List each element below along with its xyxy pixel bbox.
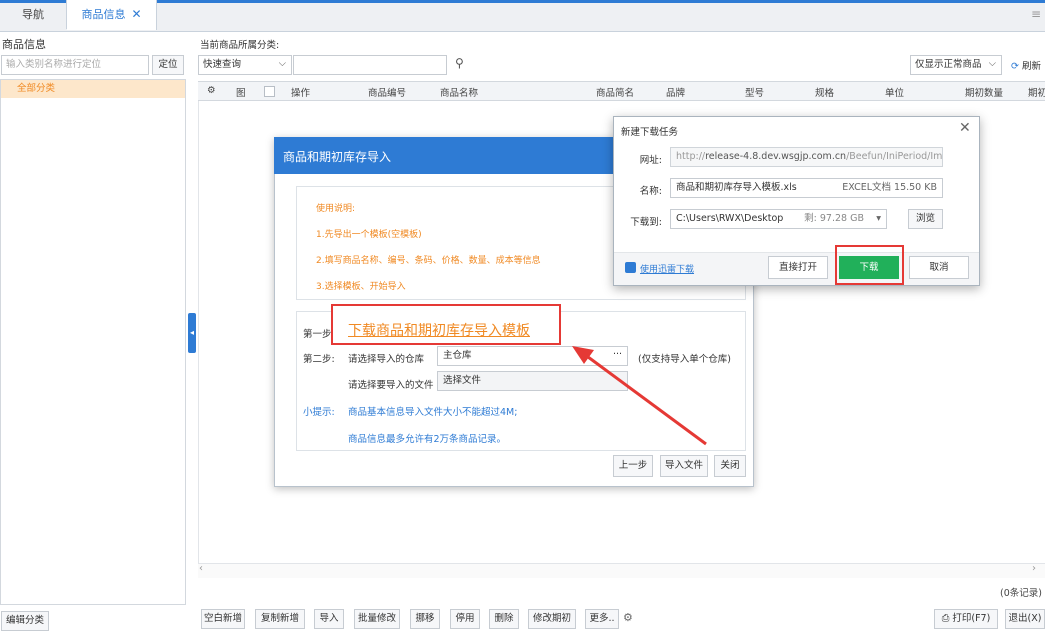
column-name[interactable]: 商品名称 — [440, 85, 478, 99]
open-directly-button[interactable]: 直接打开 — [768, 256, 828, 279]
close-icon[interactable]: ✕ — [959, 120, 971, 136]
browse-button[interactable]: 浏览 — [908, 209, 943, 229]
blank-new-button[interactable]: 空白新增 — [201, 609, 245, 629]
delete-button[interactable]: 删除 — [489, 609, 519, 629]
menu-icon[interactable]: ≡ — [1031, 7, 1041, 21]
tip-label: 小提示: — [303, 407, 335, 418]
step1-label: 第一步: — [303, 329, 335, 340]
copy-new-button[interactable]: 复制新增 — [255, 609, 305, 629]
import-dialog-title: 商品和期初库存导入 — [283, 150, 392, 164]
step2-label: 第二步: — [303, 354, 335, 365]
column-model[interactable]: 型号 — [745, 85, 764, 99]
save-to-label: 下载到: — [630, 217, 662, 228]
url-field: http://release-4.8.dev.wsgjp.com.cn/Beef… — [670, 147, 943, 167]
tip-text: 商品基本信息导入文件大小不能超过4M; — [348, 407, 518, 418]
download-button[interactable]: 下载 — [839, 256, 899, 279]
xunlei-download-link[interactable]: 使用迅雷下载 — [640, 262, 694, 275]
import-file-button[interactable]: 导入文件 — [660, 455, 708, 477]
annotation-arrow — [572, 346, 707, 446]
prev-step-button[interactable]: 上一步 — [613, 455, 653, 477]
close-dialog-button[interactable]: 关闭 — [714, 455, 746, 477]
record-count: (0条记录) — [1000, 588, 1042, 599]
quick-query-input[interactable] — [293, 55, 447, 75]
chevron-down-icon: ⌵ — [988, 58, 996, 69]
download-dialog-title: 新建下载任务 — [621, 127, 679, 138]
column-image: 图 — [236, 88, 246, 99]
edit-init-button[interactable]: 修改期初 — [528, 609, 576, 629]
save-path-select[interactable]: C:\Users\RWX\Desktop 剩: 97.28 GB ▾ — [670, 209, 887, 229]
save-path-value: C:\Users\RWX\Desktop — [676, 213, 784, 224]
url-label: 网址: — [639, 155, 662, 166]
column-alias[interactable]: 商品简名 — [596, 85, 634, 99]
chevron-down-icon: ⌵ — [278, 58, 286, 69]
disable-button[interactable]: 停用 — [450, 609, 480, 629]
normal-goods-value: 仅显示正常商品 — [915, 59, 982, 70]
left-panel-title: 商品信息 — [2, 38, 46, 51]
file-label: 请选择要导入的文件 — [348, 380, 434, 391]
chevron-left-icon[interactable]: ‹ — [199, 563, 203, 574]
select-all-checkbox[interactable] — [264, 86, 275, 97]
file-meta: EXCEL文档 15.50 KB — [842, 182, 937, 193]
print-button[interactable]: ⎙ 打印(F7) — [934, 609, 998, 629]
collapse-handle[interactable]: ◂ — [188, 313, 196, 353]
import-button[interactable]: 导入 — [314, 609, 344, 629]
horizontal-scrollbar[interactable] — [198, 563, 1045, 578]
column-init-qty[interactable]: 期初数量 — [965, 85, 1003, 99]
tab-goods-label: 商品信息 — [81, 8, 126, 21]
chevron-down-icon: ▾ — [876, 213, 881, 224]
category-label: 当前商品所属分类: — [200, 40, 280, 51]
tree-item-all[interactable]: 全部分类 — [1, 80, 185, 98]
cancel-button[interactable]: 取消 — [909, 256, 969, 279]
column-action: 操作 — [291, 88, 311, 99]
column-settings-icon[interactable]: ⚙ — [207, 85, 216, 96]
instruction-line: 3.选择模板、开始导入 — [316, 282, 406, 292]
column-code[interactable]: 商品编号 — [368, 85, 406, 99]
print-label: 打印(F7) — [952, 613, 991, 624]
instruction-line: 使用说明: — [316, 204, 356, 214]
chevron-right-icon[interactable]: › — [1032, 563, 1036, 574]
refresh-button[interactable]: ⟳ 刷新 — [1011, 58, 1041, 72]
printer-icon: ⎙ — [941, 613, 950, 624]
column-spec[interactable]: 规格 — [815, 85, 834, 99]
tab-goods-info[interactable]: 商品信息 ✕ — [67, 0, 157, 30]
batch-edit-button[interactable]: 批量修改 — [354, 609, 400, 629]
quick-query-value: 快速查询 — [203, 59, 242, 70]
category-search-input[interactable]: 输入类别名称进行定位 — [1, 55, 149, 75]
tab-navigation[interactable]: 导航 — [0, 0, 67, 29]
locate-button[interactable]: 定位 — [152, 55, 184, 75]
gear-icon[interactable]: ⚙ — [623, 611, 633, 624]
url-path: /Beefun/IniPeriod/Impc — [846, 151, 943, 162]
refresh-icon: ⟳ — [1011, 61, 1019, 72]
url-host: release-4.8.dev.wsgjp.com.cn — [705, 151, 847, 162]
tip-text: 商品信息最多允许有2万条商品记录。 — [348, 434, 507, 445]
free-space: 剩: 97.28 GB — [804, 213, 864, 224]
url-prefix: http:// — [676, 151, 706, 162]
search-icon[interactable]: ⚲ — [455, 56, 464, 70]
column-unit[interactable]: 单位 — [885, 85, 904, 99]
category-tree — [0, 79, 186, 605]
file-name-value: 商品和期初库存导入模板.xls — [676, 182, 797, 193]
instruction-line: 1.先导出一个模板(空模板) — [316, 230, 422, 240]
warehouse-value: 主仓库 — [443, 350, 472, 361]
download-template-link[interactable]: 下载商品和期初库存导入模板 — [348, 320, 530, 340]
column-brand[interactable]: 品牌 — [666, 85, 685, 99]
file-name-input[interactable]: 商品和期初库存导入模板.xls EXCEL文档 15.50 KB — [670, 178, 943, 198]
move-button[interactable]: 挪移 — [410, 609, 440, 629]
name-label: 名称: — [639, 186, 662, 197]
more-button[interactable]: 更多.. — [585, 609, 619, 629]
edit-category-button[interactable]: 编辑分类 — [1, 611, 49, 631]
warehouse-label: 请选择导入的仓库 — [348, 354, 425, 365]
close-icon[interactable]: ✕ — [131, 7, 141, 21]
column-init-more[interactable]: 期初 — [1028, 85, 1045, 99]
exit-button[interactable]: 退出(X) — [1005, 609, 1045, 629]
xunlei-icon — [625, 262, 636, 273]
refresh-label: 刷新 — [1022, 61, 1042, 72]
normal-goods-select[interactable]: 仅显示正常商品 ⌵ — [910, 55, 1002, 75]
instruction-line: 2.填写商品名称、编号、条码、价格、数量、成本等信息 — [316, 256, 541, 266]
quick-query-select[interactable]: 快速查询 ⌵ — [198, 55, 292, 75]
